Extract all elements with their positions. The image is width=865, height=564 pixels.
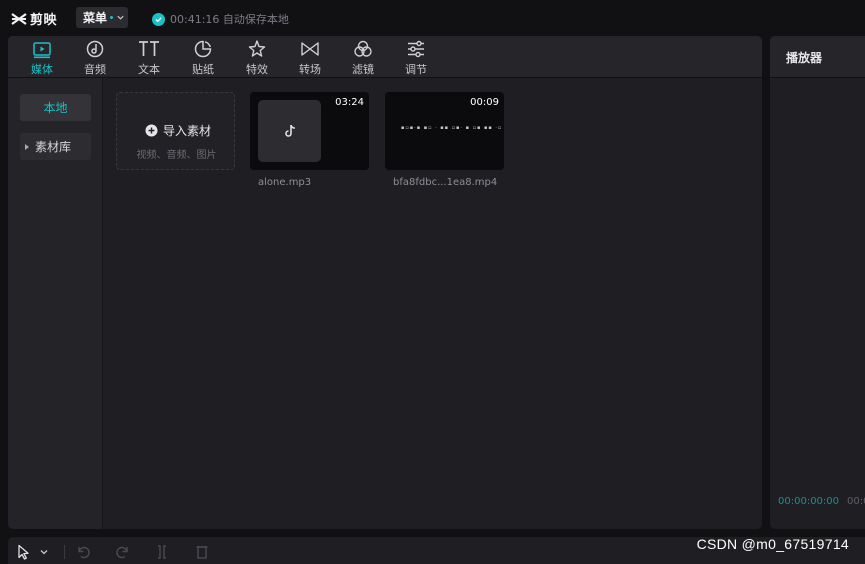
player-panel: 播放器 00:00:00:00 00:0 <box>770 36 865 529</box>
player-title: 播放器 <box>786 51 823 65</box>
check-circle-icon <box>152 12 165 26</box>
filter-icon <box>354 40 372 57</box>
autosave-status: 00:41:16 自动保存本地 <box>152 11 289 27</box>
clip-duration: 00:09 <box>470 97 499 108</box>
player-timecode: 00:00:00:00 00:0 <box>778 496 865 507</box>
caret-right-icon <box>25 143 29 150</box>
chevron-down-icon[interactable] <box>38 545 50 559</box>
tab-label: 文本 <box>138 63 160 76</box>
import-subtitle: 视频、音频、图片 <box>136 150 217 161</box>
toolbar-divider <box>64 545 65 559</box>
tab-label: 音频 <box>84 63 106 76</box>
media-clip-video[interactable]: ▪▫▪·▪ ▪▫ · ▪▪ ▫▪· ▪ ▫▪ ▪▪ ·▫ ▪( 00:09 <box>385 92 504 170</box>
redo-icon[interactable] <box>115 544 131 560</box>
sidebar-item-label: 素材库 <box>35 140 72 154</box>
capcut-logo-icon <box>11 12 27 25</box>
total-timecode: 00:0 <box>847 496 865 507</box>
tab-media[interactable]: 媒体 <box>15 39 69 77</box>
delete-icon[interactable] <box>194 544 210 560</box>
tab-label: 调节 <box>405 63 427 76</box>
chevron-down-icon <box>117 15 124 20</box>
clip-filename: alone.mp3 <box>258 177 312 188</box>
tab-label: 滤镜 <box>352 63 374 76</box>
app-logo: 剪映 <box>11 9 57 28</box>
menu-button[interactable]: 菜单 <box>76 7 128 28</box>
app-name: 剪映 <box>30 13 58 28</box>
audio-thumbnail <box>258 100 321 162</box>
tab-filter[interactable]: 滤镜 <box>336 39 390 77</box>
menu-label: 菜单 <box>83 11 108 25</box>
autosave-text: 00:41:16 自动保存本地 <box>170 13 289 26</box>
category-tabs: 媒体 音频 文本 贴纸 特效 转场 滤镜 调节 <box>8 36 762 78</box>
split-icon[interactable] <box>154 544 170 560</box>
transition-icon <box>301 42 319 56</box>
tab-label: 媒体 <box>31 63 53 76</box>
tab-label: 贴纸 <box>192 63 214 76</box>
select-cursor-icon[interactable] <box>16 544 32 560</box>
import-row: 导入素材 <box>145 122 211 139</box>
tab-sticker[interactable]: 贴纸 <box>176 39 230 77</box>
import-label: 导入素材 <box>163 124 212 138</box>
import-media-button[interactable]: 导入素材 视频、音频、图片 <box>116 92 235 170</box>
tab-text[interactable]: 文本 <box>122 39 176 77</box>
clip-duration: 03:24 <box>335 97 364 108</box>
media-panel: 媒体 音频 文本 贴纸 特效 转场 滤镜 调节 本地 素材库 导入素材 视频、音… <box>8 36 762 529</box>
tab-label: 特效 <box>246 63 268 76</box>
tiktok-note-icon <box>284 124 295 137</box>
tab-label: 转场 <box>299 63 321 76</box>
tab-audio[interactable]: 音频 <box>68 39 122 77</box>
current-timecode: 00:00:00:00 <box>778 496 840 507</box>
tab-effects[interactable]: 特效 <box>230 39 284 77</box>
text-icon <box>139 41 159 56</box>
side-nav: 本地 素材库 <box>8 78 103 529</box>
adjust-icon <box>408 40 424 58</box>
tab-adjust[interactable]: 调节 <box>389 39 443 77</box>
audio-icon <box>86 40 104 58</box>
media-clip-audio[interactable]: 03:24 <box>250 92 369 170</box>
effects-icon <box>248 40 266 57</box>
video-thumbnail-frame: ▪▫▪·▪ ▪▫ · ▪▪ ▫▪· ▪ ▫▪ ▪▪ ·▫ ▪( <box>401 125 504 131</box>
notification-dot <box>110 16 114 19</box>
sticker-icon <box>194 40 212 58</box>
clip-filename: bfa8fdbc...1ea8.mp4 <box>393 177 498 188</box>
watermark: CSDN @m0_67519714 <box>696 536 849 552</box>
tab-transition[interactable]: 转场 <box>283 39 337 77</box>
title-bar: 剪映 菜单 00:41:16 自动保存本地 <box>0 0 865 36</box>
plus-circle-icon <box>145 124 158 137</box>
sidebar-item-library[interactable]: 素材库 <box>20 133 91 160</box>
sidebar-item-local[interactable]: 本地 <box>20 94 91 121</box>
undo-icon[interactable] <box>75 544 91 560</box>
media-icon <box>33 42 51 59</box>
player-header: 播放器 <box>770 36 865 78</box>
